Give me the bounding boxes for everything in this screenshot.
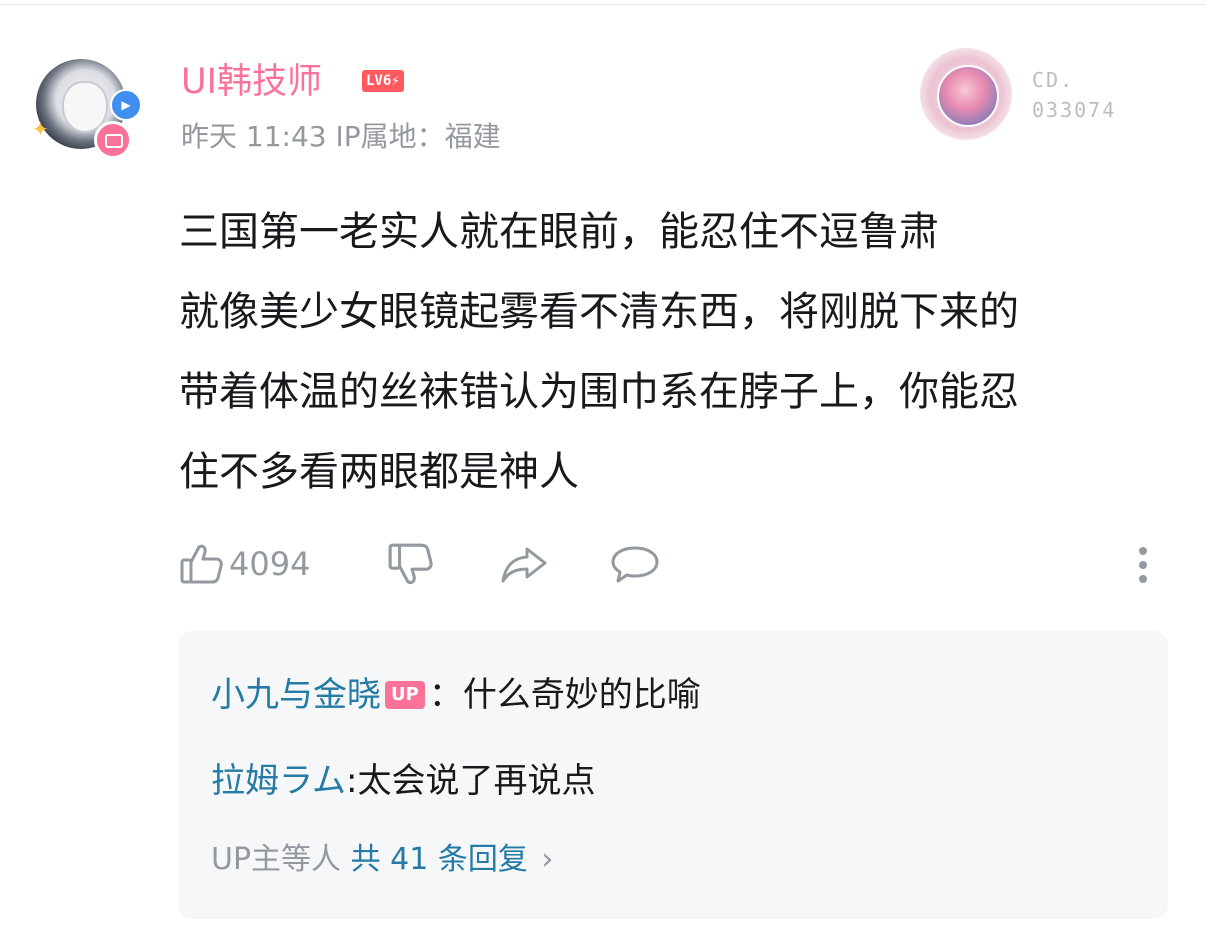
- like-count: 4094: [229, 545, 311, 583]
- more-options-button[interactable]: [1131, 538, 1155, 590]
- reply-author[interactable]: 小九与金晓: [211, 675, 381, 715]
- comment-line: 住不多看两眼都是神人: [179, 449, 579, 495]
- comment-time: 昨天 11:43: [181, 120, 327, 153]
- fan-medal-code-top: CD.: [1032, 68, 1075, 92]
- bilibili-tv-icon: [94, 121, 132, 159]
- avatar[interactable]: ▶ ✦: [30, 55, 142, 159]
- comment-text: 三国第一老实人就在眼前，能忍住不逗鲁肃 就像美少女眼镜起雾看不清东西，将刚脱下来…: [179, 192, 1159, 512]
- chevron-right-icon: ›: [541, 842, 554, 877]
- reply-item[interactable]: 小九与金晓 UP ：什么奇妙的比喻: [211, 671, 701, 719]
- fan-medal-code-bottom: 033074: [1032, 98, 1117, 122]
- reply-text: 太会说了再说点: [357, 761, 596, 801]
- reply-icon: [611, 546, 659, 583]
- thumbs-down-icon: [388, 543, 433, 585]
- comment-actions: 4094: [179, 538, 1169, 590]
- share-button[interactable]: [499, 538, 549, 590]
- top-divider: [0, 4, 1206, 5]
- username[interactable]: UI韩技师: [181, 59, 322, 105]
- comment-line: 带着体温的丝袜错认为围巾系在脖子上，你能忍: [179, 369, 1019, 415]
- view-all-replies-link[interactable]: UP主等人 共 41 条回复 ›: [211, 838, 553, 882]
- ip-location: IP属地：福建: [335, 120, 501, 153]
- fan-medal-portrait: [937, 65, 999, 127]
- comment-line: 三国第一老实人就在眼前，能忍住不逗鲁肃: [179, 209, 939, 255]
- like-button[interactable]: 4094: [179, 538, 310, 590]
- fan-medal-icon[interactable]: [920, 48, 1012, 140]
- thumbs-up-icon: [180, 544, 223, 584]
- reply-count: 共 41 条回复: [350, 842, 528, 877]
- play-icon: ▶: [110, 89, 142, 121]
- reply-item[interactable]: 拉姆ラム:太会说了再说点: [211, 757, 595, 805]
- comment-line: 就像美少女眼镜起雾看不清东西，将刚脱下来的: [179, 289, 1019, 335]
- level-badge-icon: LV6⚡: [362, 70, 404, 92]
- reply-participants: UP主等人: [211, 842, 342, 877]
- reply-preview-box[interactable]: 小九与金晓 UP ：什么奇妙的比喻 拉姆ラム:太会说了再说点 UP主等人 共 41 …: [178, 631, 1168, 919]
- reply-separator: ：: [428, 675, 463, 715]
- reply-separator: :: [345, 761, 358, 801]
- reply-button[interactable]: [609, 538, 661, 590]
- comment-meta: 昨天 11:43 IP属地：福建: [181, 117, 501, 157]
- star-icon: ✦: [32, 117, 49, 141]
- reply-author[interactable]: 拉姆ラム: [211, 761, 346, 801]
- up-tag-icon: UP: [385, 681, 425, 709]
- share-icon: [501, 547, 547, 583]
- reply-text: 什么奇妙的比喻: [462, 675, 701, 715]
- more-vertical-icon: [1139, 547, 1147, 583]
- dislike-button[interactable]: [387, 538, 435, 590]
- fan-medal-code: CD. 033074: [1032, 65, 1116, 125]
